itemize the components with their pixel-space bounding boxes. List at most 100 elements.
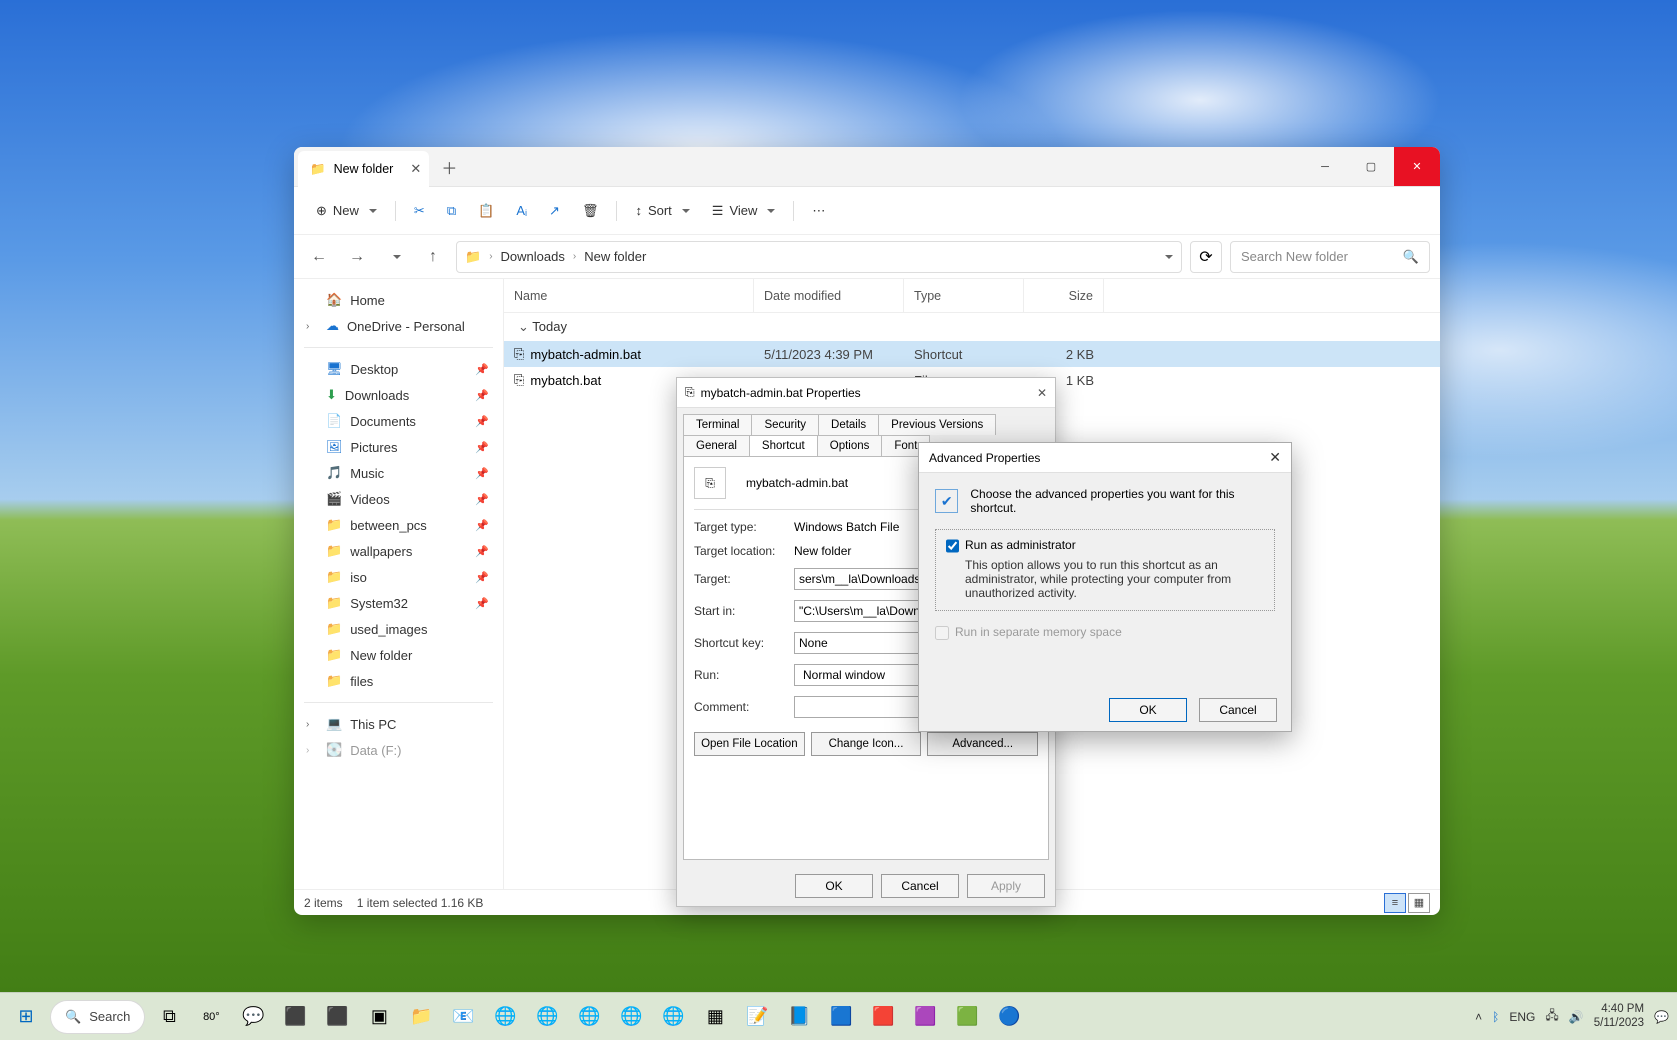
edge-dev-icon[interactable]: 🌐 bbox=[613, 999, 649, 1035]
path-dropdown[interactable] bbox=[1161, 249, 1173, 264]
run-as-admin-checkbox[interactable] bbox=[946, 539, 959, 553]
app-icon[interactable]: 🟥 bbox=[865, 999, 901, 1035]
maximize-button[interactable]: ▢ bbox=[1348, 147, 1394, 186]
network-icon[interactable]: 🖧 bbox=[1545, 1006, 1558, 1027]
recent-button[interactable] bbox=[380, 242, 410, 272]
apply-button[interactable]: Apply bbox=[967, 874, 1045, 898]
advanced-titlebar[interactable]: Advanced Properties ✕ bbox=[919, 443, 1291, 473]
cut-button[interactable]: ✂ bbox=[404, 197, 435, 225]
file-row[interactable]: ⎘mybatch-admin.bat 5/11/2023 4:39 PM Sho… bbox=[504, 341, 1440, 367]
tab-new-folder[interactable]: 📁 New folder ✕ bbox=[298, 151, 429, 187]
sidebar-iso[interactable]: 📁iso📌 bbox=[300, 564, 497, 590]
sidebar-wallpapers[interactable]: 📁wallpapers📌 bbox=[300, 538, 497, 564]
up-button[interactable]: ↑ bbox=[418, 242, 448, 272]
close-icon[interactable]: ✕ bbox=[1037, 386, 1047, 400]
sidebar-onedrive[interactable]: ›☁OneDrive - Personal bbox=[300, 313, 497, 339]
app-icon[interactable]: ⬛ bbox=[319, 999, 355, 1035]
weather-widget[interactable]: 80° bbox=[193, 999, 229, 1035]
start-button[interactable]: ⊞ bbox=[8, 999, 44, 1035]
ok-button[interactable]: OK bbox=[795, 874, 873, 898]
edge-beta-icon[interactable]: 🌐 bbox=[529, 999, 565, 1035]
group-today[interactable]: Today bbox=[504, 313, 1440, 341]
sort-button[interactable]: ↕Sort bbox=[625, 197, 699, 224]
tab-security[interactable]: Security bbox=[751, 414, 819, 435]
sidebar-desktop[interactable]: 🖥Desktop📌 bbox=[300, 356, 497, 382]
paste-button[interactable]: 📋 bbox=[468, 197, 504, 225]
sidebar-used-images[interactable]: 📁used_images bbox=[300, 616, 497, 642]
properties-titlebar[interactable]: ⎘ mybatch-admin.bat Properties ✕ bbox=[677, 378, 1055, 408]
minimize-button[interactable]: ─ bbox=[1302, 147, 1348, 186]
outlook-icon[interactable]: 📧 bbox=[445, 999, 481, 1035]
ok-button[interactable]: OK bbox=[1109, 698, 1187, 722]
terminal-icon[interactable]: ▣ bbox=[361, 999, 397, 1035]
cancel-button[interactable]: Cancel bbox=[1199, 698, 1277, 722]
advanced-button[interactable]: Advanced... bbox=[927, 732, 1038, 756]
forward-button[interactable]: → bbox=[342, 242, 372, 272]
word-icon[interactable]: 📘 bbox=[781, 999, 817, 1035]
sidebar-videos[interactable]: 🎬Videos📌 bbox=[300, 486, 497, 512]
chat-icon[interactable]: 💬 bbox=[235, 999, 271, 1035]
more-button[interactable]: ⋯ bbox=[802, 197, 835, 225]
sidebar-music[interactable]: 🎵Music📌 bbox=[300, 460, 497, 486]
close-icon[interactable]: ✕ bbox=[1269, 449, 1281, 466]
crumb-new-folder[interactable]: New folder bbox=[584, 249, 646, 264]
col-date[interactable]: Date modified bbox=[754, 279, 904, 312]
file-explorer-icon[interactable]: 📁 bbox=[403, 999, 439, 1035]
app-icon[interactable]: ▦ bbox=[697, 999, 733, 1035]
copy-button[interactable]: ⧉ bbox=[437, 197, 466, 225]
app-icon[interactable]: 🟪 bbox=[907, 999, 943, 1035]
sidebar-between-pcs[interactable]: 📁between_pcs📌 bbox=[300, 512, 497, 538]
app-icon[interactable]: 🔵 bbox=[991, 999, 1027, 1035]
app-icon[interactable]: 🟩 bbox=[949, 999, 985, 1035]
sidebar-downloads[interactable]: ⬇Downloads📌 bbox=[300, 382, 497, 408]
view-button[interactable]: ☰View bbox=[702, 197, 786, 225]
language-indicator[interactable]: ENG bbox=[1509, 1010, 1535, 1024]
sidebar-documents[interactable]: 📄Documents📌 bbox=[300, 408, 497, 434]
app-icon[interactable]: ⬛ bbox=[277, 999, 313, 1035]
col-type[interactable]: Type bbox=[904, 279, 1024, 312]
column-headers[interactable]: Name Date modified Type Size bbox=[504, 279, 1440, 313]
sidebar-data-f[interactable]: ›💽Data (F:) bbox=[300, 737, 497, 763]
chevron-right-icon[interactable]: › bbox=[306, 719, 309, 730]
col-name[interactable]: Name bbox=[504, 279, 754, 312]
chevron-right-icon[interactable]: › bbox=[306, 745, 309, 756]
breadcrumb-bar[interactable]: 📁 › Downloads › New folder bbox=[456, 241, 1182, 273]
open-file-location-button[interactable]: Open File Location bbox=[694, 732, 805, 756]
sidebar-this-pc[interactable]: ›💻This PC bbox=[300, 711, 497, 737]
tab-terminal[interactable]: Terminal bbox=[683, 414, 752, 435]
sidebar-system32[interactable]: 📁System32📌 bbox=[300, 590, 497, 616]
bluetooth-icon[interactable]: ᛒ bbox=[1492, 1010, 1499, 1024]
notepad-icon[interactable]: 📝 bbox=[739, 999, 775, 1035]
tray-chevron-icon[interactable]: ˄ bbox=[1475, 1010, 1482, 1024]
edge-icon[interactable]: 🌐 bbox=[487, 999, 523, 1035]
sidebar-files[interactable]: 📁files bbox=[300, 668, 497, 694]
tab-close-icon[interactable]: ✕ bbox=[410, 161, 421, 177]
edge-canary-icon[interactable]: 🌐 bbox=[655, 999, 691, 1035]
app-icon[interactable]: 🟦 bbox=[823, 999, 859, 1035]
crumb-downloads[interactable]: Downloads bbox=[501, 249, 565, 264]
rename-button[interactable]: Aᵢ bbox=[506, 197, 537, 224]
new-button[interactable]: ⊕New bbox=[306, 197, 387, 225]
tab-details[interactable]: Details bbox=[818, 414, 879, 435]
task-view-button[interactable]: ⧉ bbox=[151, 999, 187, 1035]
search-box[interactable]: Search New folder 🔍 bbox=[1230, 241, 1430, 273]
cancel-button[interactable]: Cancel bbox=[881, 874, 959, 898]
close-button[interactable]: ✕ bbox=[1394, 147, 1440, 186]
col-size[interactable]: Size bbox=[1024, 279, 1104, 312]
large-icons-view-icon[interactable]: ▦ bbox=[1408, 893, 1430, 913]
volume-icon[interactable]: 🔊 bbox=[1569, 1010, 1584, 1024]
new-tab-button[interactable]: ＋ bbox=[429, 147, 469, 186]
taskbar-search[interactable]: 🔍Search bbox=[50, 1000, 145, 1034]
sidebar-pictures[interactable]: 🖼Pictures📌 bbox=[300, 434, 497, 460]
notifications-icon[interactable]: 💬 bbox=[1654, 1010, 1669, 1024]
tab-general[interactable]: General bbox=[683, 435, 750, 456]
sidebar-home[interactable]: 🏠Home bbox=[300, 287, 497, 313]
share-button[interactable]: ↗ bbox=[539, 197, 570, 225]
chevron-right-icon[interactable]: › bbox=[306, 321, 309, 332]
chrome-icon[interactable]: 🌐 bbox=[571, 999, 607, 1035]
sidebar-new-folder[interactable]: 📁New folder bbox=[300, 642, 497, 668]
tab-previous-versions[interactable]: Previous Versions bbox=[878, 414, 996, 435]
change-icon-button[interactable]: Change Icon... bbox=[811, 732, 922, 756]
tab-shortcut[interactable]: Shortcut bbox=[749, 435, 818, 456]
clock[interactable]: 4:40 PM 5/11/2023 bbox=[1594, 1003, 1644, 1029]
